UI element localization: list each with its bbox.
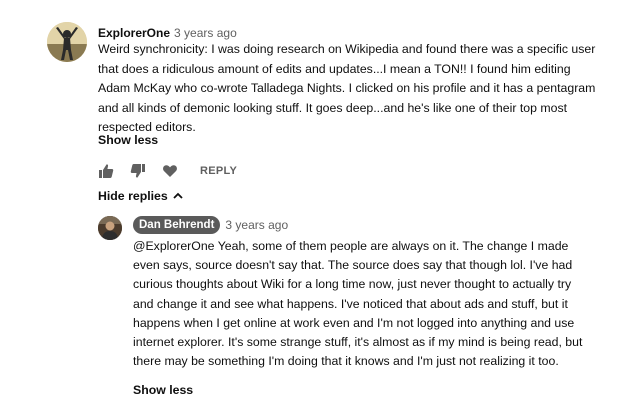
comment-actions: REPLY [98, 162, 237, 180]
comment-body: Weird synchronicity: I was doing researc… [98, 42, 596, 134]
reply-avatar[interactable] [98, 216, 122, 240]
reply-body: @ExplorerOne Yeah, some of them people a… [133, 239, 583, 369]
reply-show-less-button[interactable]: Show less [133, 383, 193, 397]
comment-text: Weird synchronicity: I was doing researc… [98, 40, 603, 138]
person-icon [98, 216, 122, 240]
chevron-up-icon [173, 192, 183, 199]
thumb-up-icon[interactable] [98, 163, 114, 179]
comment-header: ExplorerOne 3 years ago [98, 25, 237, 41]
show-less-button[interactable]: Show less [98, 133, 158, 147]
reply-text: @ExplorerOne Yeah, some of them people a… [133, 237, 593, 371]
reply-header: Dan Behrendt 3 years ago [133, 216, 288, 234]
reply-author[interactable]: Dan Behrendt [133, 216, 221, 234]
avatar[interactable] [47, 22, 87, 62]
hide-replies-button[interactable]: Hide replies [98, 189, 184, 203]
hide-replies-label: Hide replies [98, 189, 168, 203]
reply-timestamp[interactable]: 3 years ago [225, 218, 288, 232]
heart-icon[interactable] [162, 163, 178, 179]
person-arms-raised-icon [47, 22, 87, 62]
reply-button[interactable]: REPLY [200, 165, 237, 177]
comment-author[interactable]: ExplorerOne [98, 26, 170, 40]
thumb-down-icon[interactable] [130, 163, 146, 179]
comment-thread: ExplorerOne 3 years ago Weird synchronici… [0, 0, 640, 410]
comment-timestamp[interactable]: 3 years ago [174, 26, 237, 40]
